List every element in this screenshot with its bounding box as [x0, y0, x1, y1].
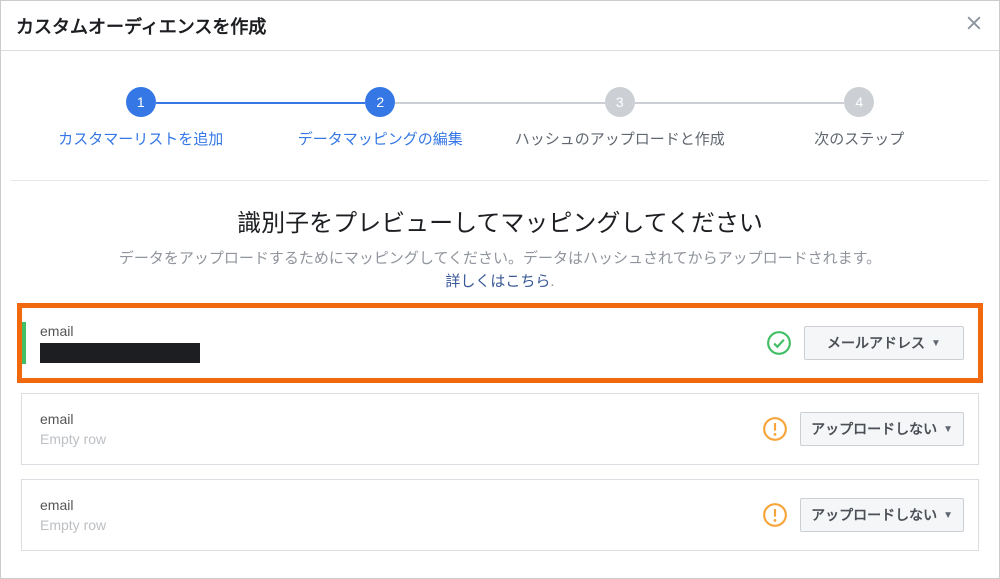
mapping-rows: email メールアドレス ▼ email Empty row [1, 293, 999, 551]
alert-circle-icon [762, 416, 788, 442]
dropdown-label: アップロードしない [811, 505, 937, 525]
step-circle: 4 [844, 87, 874, 117]
row-indicator [22, 490, 26, 540]
row-left: email Empty row [40, 497, 762, 533]
row-indicator [22, 404, 26, 454]
step-label: 次のステップ [814, 129, 904, 150]
close-button[interactable] [964, 13, 984, 38]
caret-down-icon: ▼ [943, 424, 953, 435]
row-right: メールアドレス ▼ [766, 326, 964, 360]
row-value-redacted [40, 343, 200, 363]
mapping-row: email Empty row アップロードしない ▼ [21, 393, 979, 465]
mapping-row: email Empty row アップロードしない ▼ [21, 479, 979, 551]
mapping-dropdown[interactable]: アップロードしない ▼ [800, 412, 964, 446]
caret-down-icon: ▼ [931, 338, 941, 349]
row-right: アップロードしない ▼ [762, 498, 964, 532]
row-field-label: email [40, 323, 766, 339]
step-circle: 2 [365, 87, 395, 117]
step-connector [156, 102, 366, 104]
mapping-row: email メールアドレス ▼ [21, 307, 979, 379]
row-value-empty: Empty row [40, 431, 762, 447]
step-label: ハッシュのアップロードと作成 [515, 129, 725, 150]
step-4[interactable]: 4 次のステップ [740, 87, 980, 150]
step-circle: 1 [126, 87, 156, 117]
step-1[interactable]: 1 カスタマーリストを追加 [21, 87, 261, 150]
mapping-dropdown[interactable]: アップロードしない ▼ [800, 498, 964, 532]
step-2[interactable]: 2 データマッピングの編集 [261, 87, 501, 150]
row-indicator [22, 322, 26, 364]
row-left: email Empty row [40, 411, 762, 447]
modal-title: カスタムオーディエンスを作成 [16, 13, 266, 39]
step-circle: 3 [605, 87, 635, 117]
dropdown-label: アップロードしない [811, 419, 937, 439]
alert-circle-icon [762, 502, 788, 528]
check-circle-icon [766, 330, 792, 356]
section-subtext: データをアップロードするためにマッピングしてください。データはハッシュされてから… [21, 248, 979, 293]
step-3[interactable]: 3 ハッシュのアップロードと作成 [500, 87, 740, 150]
row-value-empty: Empty row [40, 517, 762, 533]
row-right: アップロードしない ▼ [762, 412, 964, 446]
section-heading: 識別子をプレビューしてマッピングしてください [21, 203, 979, 238]
step-label: カスタマーリストを追加 [58, 129, 223, 150]
learn-more-link[interactable]: 詳しくはこちら [445, 273, 550, 290]
close-icon [964, 13, 984, 38]
content-section: 識別子をプレビューしてマッピングしてください データをアップロードするためにマッ… [1, 181, 999, 293]
modal-header: カスタムオーディエンスを作成 [1, 1, 999, 51]
row-field-label: email [40, 497, 762, 513]
mapping-dropdown[interactable]: メールアドレス ▼ [804, 326, 964, 360]
stepper: 1 カスタマーリストを追加 2 データマッピングの編集 3 ハッシュのアップロー… [1, 51, 999, 160]
step-connector [395, 102, 605, 104]
step-connector [635, 102, 845, 104]
caret-down-icon: ▼ [943, 510, 953, 521]
dropdown-label: メールアドレス [827, 333, 925, 353]
modal: カスタムオーディエンスを作成 1 カスタマーリストを追加 2 データマッピングの… [0, 0, 1000, 579]
step-label: データマッピングの編集 [298, 129, 463, 150]
row-left: email [40, 323, 766, 363]
row-field-label: email [40, 411, 762, 427]
